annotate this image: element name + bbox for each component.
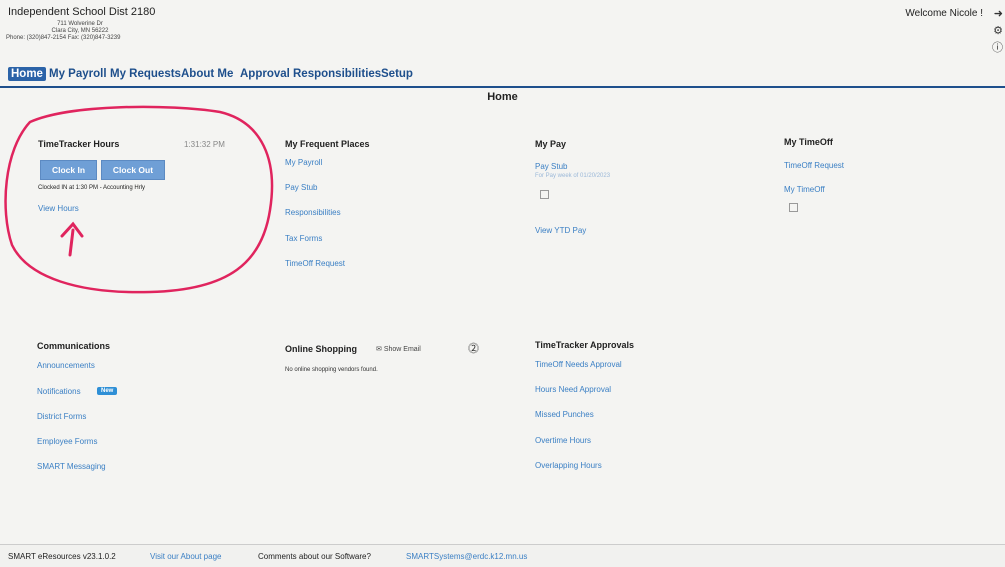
annotation-overlay bbox=[4, 105, 274, 294]
annotation-arrow bbox=[60, 221, 84, 257]
annotation-circle bbox=[4, 105, 274, 294]
